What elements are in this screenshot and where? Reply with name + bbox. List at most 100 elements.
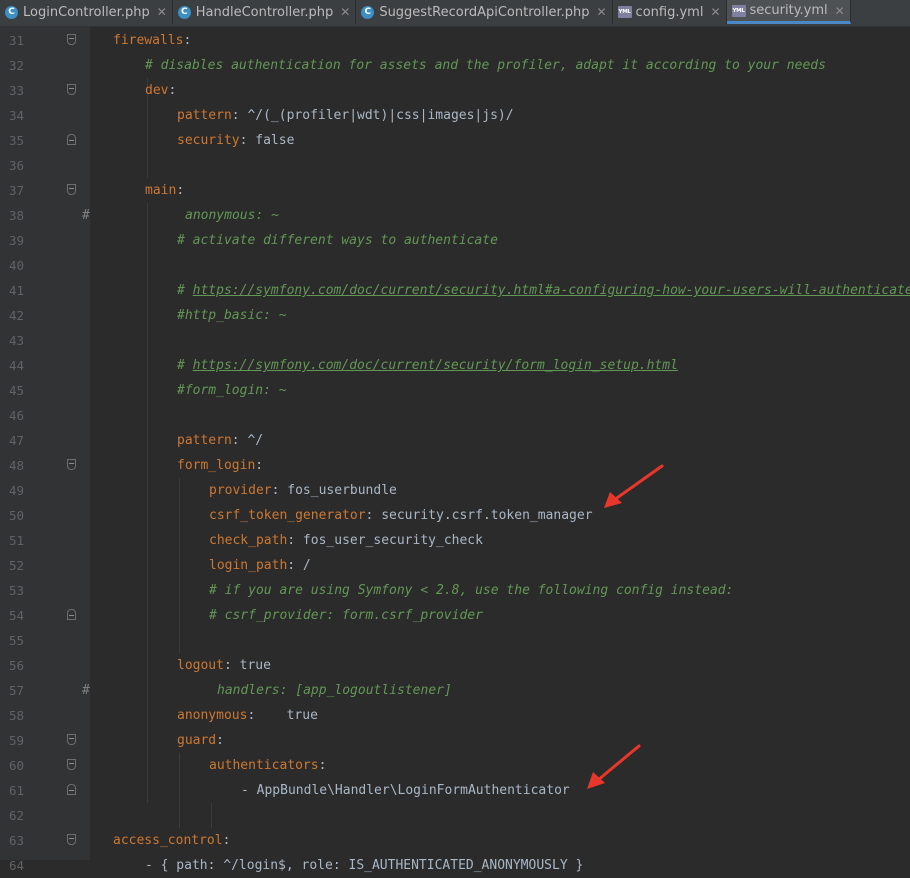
- code-text: # csrf_provider: form.csrf_provider: [209, 603, 483, 628]
- tab-suggestrecordapicontroller-php[interactable]: C SuggestRecordApiController.php ✕: [356, 0, 613, 24]
- code-text: pattern: ^/(_(profiler|wdt)|css|images|j…: [177, 103, 514, 128]
- code-line: 64 - { path: ^/login$, role: IS_AUTHENTIC…: [0, 853, 910, 878]
- tab-handlecontroller-php[interactable]: C HandleController.php ✕: [173, 0, 357, 24]
- code-line: 59 guard:: [0, 728, 910, 753]
- token-val: :: [183, 33, 192, 48]
- code-text: access_control:: [113, 828, 230, 853]
- close-icon[interactable]: ✕: [710, 5, 720, 19]
- token-key: dev: [145, 83, 169, 98]
- code-line: 45 #form_login: ~: [0, 378, 910, 403]
- line-number: 54: [8, 608, 24, 623]
- line-number: 36: [8, 158, 24, 173]
- token-val: - AppBundle\Handler\LoginFormAuthenticat…: [241, 783, 570, 798]
- token-key: pattern: [177, 433, 232, 448]
- token-val: : security.csrf.token_manager: [365, 508, 593, 523]
- line-number: 39: [8, 233, 24, 248]
- token-key: login_path: [209, 558, 288, 573]
- fold-end-icon[interactable]: [67, 609, 76, 620]
- annotation-arrow-csrf: [604, 464, 664, 508]
- code-line: 50 csrf_token_generator: security.csrf.to…: [0, 503, 910, 528]
- token-cmt: # csrf_provider: form.csrf_provider: [209, 608, 483, 623]
- line-number: 38: [8, 208, 24, 223]
- code-text: form_login:: [177, 453, 263, 478]
- token-val: - { path: ^/login$, role: IS_AUTHENTICAT…: [145, 858, 584, 873]
- token-val: :: [255, 458, 264, 473]
- code-line: 48 form_login:: [0, 453, 910, 478]
- code-line: 58 anonymous: true: [0, 703, 910, 728]
- token-cmt: #: [177, 283, 193, 298]
- token-val: : false: [239, 133, 295, 148]
- line-number: 64: [8, 858, 24, 873]
- tab-security-yml[interactable]: YML security.yml ✕: [726, 0, 851, 24]
- line-number: 55: [8, 633, 24, 648]
- code-editor[interactable]: 31 firewalls: 32 # disables authentication …: [0, 26, 910, 873]
- close-icon[interactable]: ✕: [157, 5, 167, 19]
- fold-end-icon[interactable]: [67, 134, 76, 145]
- code-line: 52 login_path: /: [0, 553, 910, 578]
- token-key: main: [145, 183, 177, 198]
- close-icon[interactable]: ✕: [596, 5, 606, 19]
- code-line: 63 access_control:: [0, 828, 910, 853]
- line-number: 50: [8, 508, 24, 523]
- code-text: logout: true: [177, 653, 271, 678]
- comment-marker: #: [82, 683, 90, 698]
- code-line: 38 # anonymous: ~: [0, 203, 910, 228]
- line-number: 37: [8, 183, 24, 198]
- tab-logincontroller-php[interactable]: C LoginController.php ✕: [0, 0, 173, 24]
- code-line: 51 check_path: fos_user_security_check: [0, 528, 910, 553]
- fold-open-icon[interactable]: [67, 84, 76, 95]
- line-number: 56: [8, 658, 24, 673]
- close-icon[interactable]: ✕: [340, 5, 350, 19]
- token-cmt: # disables authentication for assets and…: [145, 58, 826, 73]
- code-line: 36: [0, 153, 910, 178]
- fold-open-icon[interactable]: [67, 34, 76, 45]
- code-text: check_path: fos_user_security_check: [209, 528, 483, 553]
- code-line: 32 # disables authentication for assets a…: [0, 53, 910, 78]
- token-key: form_login: [177, 458, 256, 473]
- code-line: 46: [0, 403, 910, 428]
- yml-file-icon: YML: [731, 4, 746, 17]
- line-number: 48: [8, 458, 24, 473]
- code-line: 62: [0, 803, 910, 828]
- tab-label: security.yml: [749, 3, 828, 18]
- code-line: 42 #http_basic: ~: [0, 303, 910, 328]
- code-text: - AppBundle\Handler\LoginFormAuthenticat…: [241, 778, 570, 803]
- token-key: authenticators: [209, 758, 319, 773]
- code-line: 34 pattern: ^/(_(profiler|wdt)|css|images…: [0, 103, 910, 128]
- code-text: guard:: [177, 728, 224, 753]
- line-number: 57: [8, 683, 24, 698]
- token-val: :: [168, 83, 177, 98]
- close-icon[interactable]: ✕: [835, 4, 845, 18]
- tab-label: config.yml: [635, 4, 704, 20]
- php-class-icon: C: [5, 5, 18, 19]
- token-cmt: handlers: [app_logoutlistener]: [217, 683, 452, 698]
- token-key: security: [177, 133, 240, 148]
- fold-open-icon[interactable]: [67, 184, 76, 195]
- code-text: #form_login: ~: [177, 378, 287, 403]
- fold-end-icon[interactable]: [67, 784, 76, 795]
- code-text: pattern: ^/: [177, 428, 263, 453]
- code-line: 43: [0, 328, 910, 353]
- token-key: guard: [177, 733, 217, 748]
- fold-open-icon[interactable]: [67, 759, 76, 770]
- code-text: # if you are using Symfony < 2.8, use th…: [209, 578, 733, 603]
- tab-label: SuggestRecordApiController.php: [379, 4, 590, 20]
- line-number: 40: [8, 258, 24, 273]
- fold-open-icon[interactable]: [67, 459, 76, 470]
- token-key: access_control: [113, 833, 223, 848]
- comment-marker: #: [82, 208, 90, 223]
- line-number: 58: [8, 708, 24, 723]
- tab-label: LoginController.php: [23, 4, 150, 20]
- token-cmt: anonymous: ~: [185, 208, 279, 223]
- token-cmt: # activate different ways to authenticat…: [177, 233, 498, 248]
- line-number: 44: [8, 358, 24, 373]
- tab-config-yml[interactable]: YML config.yml ✕: [613, 0, 727, 24]
- token-key: check_path: [209, 533, 288, 548]
- fold-open-icon[interactable]: [67, 834, 76, 845]
- token-val: : true: [247, 708, 318, 723]
- code-line: 56 logout: true: [0, 653, 910, 678]
- fold-open-icon[interactable]: [67, 734, 76, 745]
- code-text: # disables authentication for assets and…: [145, 53, 826, 78]
- code-line: 37 main:: [0, 178, 910, 203]
- code-text: anonymous: ~: [185, 203, 279, 228]
